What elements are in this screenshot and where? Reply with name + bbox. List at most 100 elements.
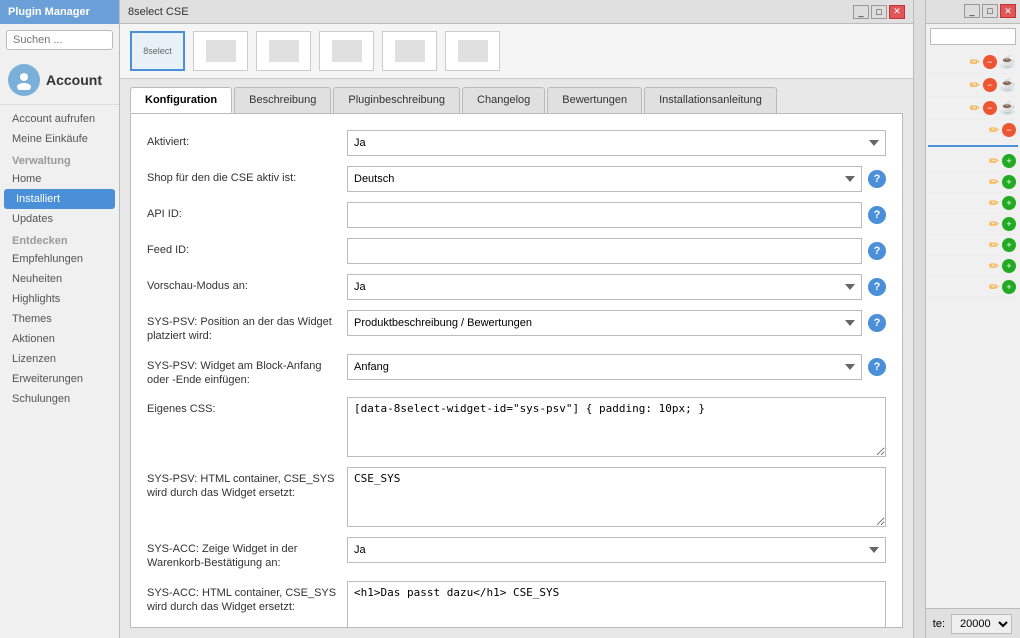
edit-icon[interactable]: ✏ xyxy=(989,175,999,189)
tab-installationsanleitung[interactable]: Installationsanleitung xyxy=(644,87,777,113)
add-icon[interactable]: + xyxy=(1002,280,1016,294)
right-maximize-button[interactable]: □ xyxy=(982,4,998,18)
textarea-sys-acc-html[interactable]: <h1>Das passt dazu</h1> CSE_SYS xyxy=(347,581,886,628)
select-vorschau[interactable]: JaNein xyxy=(347,274,862,300)
add-icon[interactable]: + xyxy=(1002,154,1016,168)
field-sys-psv-html: SYS-PSV: HTML container, CSE_SYS wird du… xyxy=(147,467,886,527)
select-sys-psv-block[interactable]: AnfangEnde xyxy=(347,354,862,380)
right-list: ✏ − ☕ ✏ − ☕ ✏ − ☕ ✏ − ✏ + xyxy=(926,49,1020,608)
edit-icon[interactable]: ✏ xyxy=(989,196,999,210)
scrollbar[interactable] xyxy=(913,0,925,638)
field-sys-acc-zeige: SYS-ACC: Zeige Widget in der Warenkorb-B… xyxy=(147,537,886,571)
help-icon-sys-psv-block[interactable]: ? xyxy=(868,358,886,376)
nav-home[interactable]: Home xyxy=(0,169,119,189)
list-item: ✏ + xyxy=(928,151,1018,172)
label-sys-psv-block: SYS-PSV: Widget am Block-Anfang oder -En… xyxy=(147,354,347,388)
textarea-sys-psv-html[interactable]: CSE_SYS xyxy=(347,467,886,527)
edit-icon[interactable]: ✏ xyxy=(970,55,980,69)
control-shop: DeutschEnglish ? xyxy=(347,166,886,192)
input-api-id[interactable] xyxy=(347,202,862,228)
right-close-button[interactable]: ✕ xyxy=(1000,4,1016,18)
edit-icon[interactable]: ✏ xyxy=(970,101,980,115)
add-icon[interactable]: + xyxy=(1002,217,1016,231)
close-button[interactable]: ✕ xyxy=(889,5,905,19)
delete-icon[interactable]: − xyxy=(983,78,997,92)
search-area xyxy=(0,24,119,56)
nav-meine-einkaufe[interactable]: Meine Einkäufe xyxy=(0,129,119,149)
edit-icon[interactable]: ✏ xyxy=(989,217,999,231)
field-aktiviert: Aktiviert: JaNein xyxy=(147,130,886,156)
plugin-thumb-2[interactable] xyxy=(193,31,248,71)
plugin-thumb-5[interactable] xyxy=(382,31,437,71)
tab-pluginbeschreibung[interactable]: Pluginbeschreibung xyxy=(333,87,460,113)
list-item: ✏ + xyxy=(928,277,1018,298)
right-panel-title-bar: _ □ ✕ xyxy=(926,0,1020,24)
select-sys-acc-zeige[interactable]: JaNein xyxy=(347,537,886,563)
add-icon[interactable]: + xyxy=(1002,175,1016,189)
nav-themes[interactable]: Themes xyxy=(0,309,119,329)
edit-icon[interactable]: ✏ xyxy=(989,123,999,137)
account-label: Account xyxy=(46,72,102,88)
control-sys-acc-html: <h1>Das passt dazu</h1> CSE_SYS xyxy=(347,581,886,628)
edit-icon[interactable]: ✏ xyxy=(989,259,999,273)
help-icon-feed-id[interactable]: ? xyxy=(868,242,886,260)
nav-schulungen[interactable]: Schulungen xyxy=(0,389,119,409)
nav-account-aufrufen[interactable]: Account aufrufen xyxy=(0,109,119,129)
bottom-select[interactable]: 20000 xyxy=(951,614,1012,634)
tabs-bar: Konfiguration Beschreibung Pluginbeschre… xyxy=(120,79,913,113)
plugin-thumb-1[interactable]: 8select xyxy=(130,31,185,71)
edit-icon[interactable]: ✏ xyxy=(970,78,980,92)
input-feed-id[interactable] xyxy=(347,238,862,264)
select-sys-psv-position[interactable]: Produktbeschreibung / Bewertungen xyxy=(347,310,862,336)
right-minimize-button[interactable]: _ xyxy=(964,4,980,18)
tab-changelog[interactable]: Changelog xyxy=(462,87,545,113)
add-icon[interactable]: + xyxy=(1002,196,1016,210)
plugin-thumb-3[interactable] xyxy=(256,31,311,71)
delete-icon[interactable]: − xyxy=(1002,123,1016,137)
content-area: Aktiviert: JaNein Shop für den die CSE a… xyxy=(130,113,903,628)
plugin-thumb-4[interactable] xyxy=(319,31,374,71)
account-section: Account xyxy=(0,56,119,105)
nav-erweiterungen[interactable]: Erweiterungen xyxy=(0,369,119,389)
cup-icon[interactable]: ☕ xyxy=(1000,77,1016,93)
add-icon[interactable]: + xyxy=(1002,238,1016,252)
help-icon-sys-psv-position[interactable]: ? xyxy=(868,314,886,332)
edit-icon[interactable]: ✏ xyxy=(989,238,999,252)
help-icon-vorschau[interactable]: ? xyxy=(868,278,886,296)
right-search-input[interactable] xyxy=(930,28,1016,45)
select-aktiviert[interactable]: JaNein xyxy=(347,130,886,156)
nav-aktionen[interactable]: Aktionen xyxy=(0,329,119,349)
left-navigation: Account aufrufen Meine Einkäufe Verwaltu… xyxy=(0,105,119,413)
label-sys-psv-position: SYS-PSV: Position an der das Widget plat… xyxy=(147,310,347,344)
tab-beschreibung[interactable]: Beschreibung xyxy=(234,87,331,113)
plugin-thumb-6[interactable] xyxy=(445,31,500,71)
nav-highlights[interactable]: Highlights xyxy=(0,289,119,309)
field-sys-psv-block: SYS-PSV: Widget am Block-Anfang oder -En… xyxy=(147,354,886,388)
delete-icon[interactable]: − xyxy=(983,101,997,115)
nav-empfehlungen[interactable]: Empfehlungen xyxy=(0,249,119,269)
delete-icon[interactable]: − xyxy=(983,55,997,69)
edit-icon[interactable]: ✏ xyxy=(989,280,999,294)
nav-lizenzen[interactable]: Lizenzen xyxy=(0,349,119,369)
edit-icon[interactable]: ✏ xyxy=(989,154,999,168)
tab-konfiguration[interactable]: Konfiguration xyxy=(130,87,232,113)
cup-icon[interactable]: ☕ xyxy=(1000,100,1016,116)
right-search-area xyxy=(926,24,1020,49)
nav-installiert[interactable]: Installiert xyxy=(4,189,115,209)
minimize-button[interactable]: _ xyxy=(853,5,869,19)
select-shop[interactable]: DeutschEnglish xyxy=(347,166,862,192)
plugin-manager-title: Plugin Manager xyxy=(0,0,119,24)
cup-icon[interactable]: ☕ xyxy=(1000,54,1016,70)
nav-neuheiten[interactable]: Neuheiten xyxy=(0,269,119,289)
add-icon[interactable]: + xyxy=(1002,259,1016,273)
maximize-button[interactable]: □ xyxy=(871,5,887,19)
nav-updates[interactable]: Updates xyxy=(0,209,119,229)
help-icon-shop[interactable]: ? xyxy=(868,170,886,188)
tab-bewertungen[interactable]: Bewertungen xyxy=(547,87,642,113)
field-sys-psv-position: SYS-PSV: Position an der das Widget plat… xyxy=(147,310,886,344)
textarea-eigenes-css[interactable]: [data-8select-widget-id="sys-psv"] { pad… xyxy=(347,397,886,457)
help-icon-api-id[interactable]: ? xyxy=(868,206,886,224)
field-shop: Shop für den die CSE aktiv ist: DeutschE… xyxy=(147,166,886,192)
list-item: ✏ + xyxy=(928,214,1018,235)
search-input[interactable] xyxy=(6,30,113,50)
